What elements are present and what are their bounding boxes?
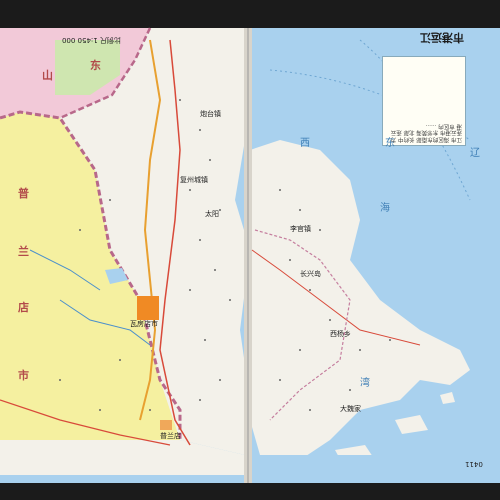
sea-label: 湾 — [360, 378, 370, 389]
province-label: 普 — [18, 187, 29, 200]
town-label: 炮台镇 — [200, 110, 221, 118]
sea-label: 辽 — [470, 148, 480, 159]
town-label: 李官镇 — [290, 225, 311, 233]
atlas-page: 市港运江 比例尺 1:450 000 0411 江市 海区的东南部 长约中 为连… — [0, 0, 500, 500]
city-urban-area-2 — [160, 420, 172, 430]
page-number: 0411 — [465, 460, 483, 468]
town-label: 西杨乡 — [330, 330, 351, 338]
sea-label: 海 — [380, 203, 390, 214]
map-note-box: 江市 海区的东南部 长约中 为连云港市 东邻黄海 北部 连云港 市区内 …… — [382, 56, 466, 146]
town-label: 普兰店 — [160, 432, 181, 440]
island-4 — [300, 168, 312, 180]
town-label: 太阳 — [205, 210, 219, 218]
sea-label: 东 — [385, 138, 395, 149]
province-label: 兰 — [18, 245, 29, 258]
scale-text: 比例尺 1:450 000 — [62, 36, 121, 44]
province-label: 东 — [90, 59, 101, 72]
map-title: 市港运江 — [420, 31, 464, 44]
province-label: 店 — [18, 301, 29, 314]
province-label: 山 — [42, 69, 53, 82]
city-urban-area — [137, 296, 159, 320]
province-label: 市 — [18, 369, 29, 382]
town-label: 大魏家 — [340, 405, 361, 413]
town-label: 长兴岛 — [300, 270, 321, 278]
city-label: 瓦房店市 — [130, 320, 158, 328]
town-label: 复州城镇 — [180, 176, 208, 184]
sea-label: 西 — [300, 138, 310, 149]
